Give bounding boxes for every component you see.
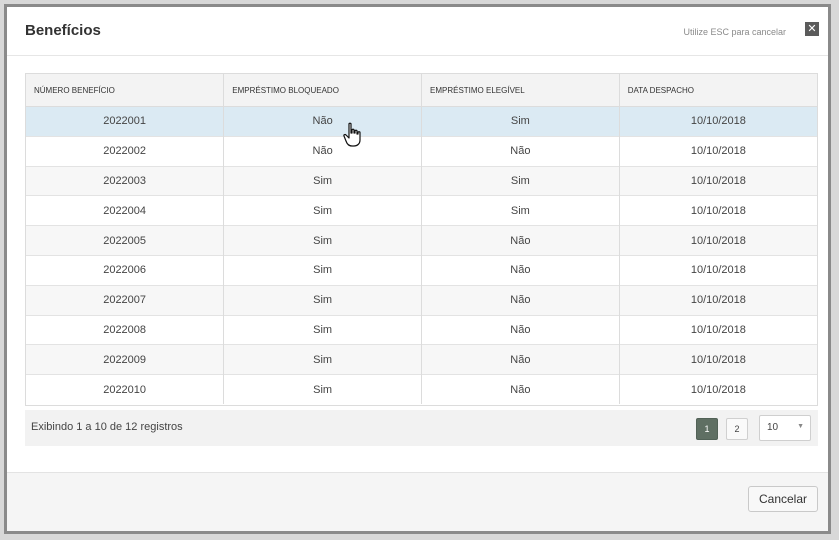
cell-emprestimo-bloqueado: Sim (223, 195, 422, 226)
chevron-down-icon: ▼ (797, 423, 804, 430)
modal-footer: Cancelar (7, 472, 828, 531)
cell-emprestimo-bloqueado: Sim (223, 225, 422, 256)
benefits-table: NÚMERO BENEFÍCIO EMPRÉSTIMO BLOQUEADO EM… (25, 73, 818, 406)
cell-emprestimo-elegivel: Não (421, 254, 620, 286)
cell-emprestimo-bloqueado: Não (223, 135, 422, 167)
table-row[interactable]: 2022003 Sim Sim 10/10/2018 (26, 165, 817, 196)
cell-emprestimo-elegivel: Não (421, 135, 620, 167)
cell-emprestimo-elegivel: Não (421, 284, 620, 316)
table-row[interactable]: 2022007 Sim Não 10/10/2018 (26, 284, 817, 316)
benefits-modal: Benefícios Utilize ESC para cancelar ✕ N… (4, 4, 831, 534)
cell-numero-beneficio: 2022009 (26, 344, 225, 375)
cell-data-despacho: 10/10/2018 (619, 165, 817, 196)
cell-emprestimo-elegivel: Não (421, 314, 620, 345)
cell-numero-beneficio: 2022006 (26, 254, 225, 286)
cell-data-despacho: 10/10/2018 (619, 106, 817, 137)
cell-numero-beneficio: 2022008 (26, 314, 225, 345)
cell-numero-beneficio: 2022003 (26, 165, 225, 196)
column-header-numero-beneficio[interactable]: NÚMERO BENEFÍCIO (26, 74, 225, 107)
cell-numero-beneficio: 2022010 (26, 374, 225, 404)
hand-cursor-icon (343, 122, 361, 147)
cell-data-despacho: 10/10/2018 (619, 314, 817, 345)
cell-emprestimo-elegivel: Sim (421, 195, 620, 226)
page-button-2[interactable]: 2 (726, 418, 748, 440)
column-header-data-despacho[interactable]: DATA DESPACHO (619, 74, 817, 107)
cell-emprestimo-bloqueado: Sim (223, 314, 422, 345)
column-header-emprestimo-elegivel[interactable]: EMPRÉSTIMO ELEGÍVEL (421, 74, 620, 107)
cell-data-despacho: 10/10/2018 (619, 225, 817, 256)
table-row[interactable]: 2022001 Não Sim 10/10/2018 (26, 106, 817, 137)
cell-emprestimo-bloqueado: Sim (223, 284, 422, 316)
page-button-1[interactable]: 1 (696, 418, 718, 440)
cell-data-despacho: 10/10/2018 (619, 284, 817, 316)
page-size-value: 10 (767, 422, 779, 433)
cancel-button[interactable]: Cancelar (748, 486, 818, 512)
cell-emprestimo-elegivel: Sim (421, 106, 620, 137)
cell-emprestimo-elegivel: Sim (421, 165, 620, 196)
cell-numero-beneficio: 2022007 (26, 284, 225, 316)
cell-emprestimo-bloqueado: Sim (223, 254, 422, 286)
records-info: Exibindo 1 a 10 de 12 registros (31, 421, 183, 433)
cell-data-despacho: 10/10/2018 (619, 195, 817, 226)
cell-emprestimo-elegivel: Não (421, 225, 620, 256)
table-row[interactable]: 2022010 Sim Não 10/10/2018 (26, 374, 817, 404)
cell-numero-beneficio: 2022002 (26, 135, 225, 167)
cell-emprestimo-bloqueado: Sim (223, 374, 422, 404)
column-header-emprestimo-bloqueado[interactable]: EMPRÉSTIMO BLOQUEADO (223, 74, 422, 107)
pagination-bar: Exibindo 1 a 10 de 12 registros 1 2 10 ▼ (25, 410, 818, 446)
page-size-select[interactable]: 10 ▼ (759, 415, 811, 441)
table-row[interactable]: 2022008 Sim Não 10/10/2018 (26, 314, 817, 345)
cell-emprestimo-bloqueado: Sim (223, 344, 422, 375)
modal-header: Benefícios Utilize ESC para cancelar ✕ (7, 7, 828, 56)
cell-numero-beneficio: 2022005 (26, 225, 225, 256)
table-header-row: NÚMERO BENEFÍCIO EMPRÉSTIMO BLOQUEADO EM… (26, 74, 817, 107)
close-icon[interactable]: ✕ (805, 22, 819, 36)
esc-hint: Utilize ESC para cancelar (683, 27, 786, 37)
cell-emprestimo-elegivel: Não (421, 344, 620, 375)
cell-numero-beneficio: 2022001 (26, 106, 225, 137)
cell-emprestimo-elegivel: Não (421, 374, 620, 404)
modal-title: Benefícios (25, 22, 101, 39)
cell-emprestimo-bloqueado: Sim (223, 165, 422, 196)
table-row[interactable]: 2022006 Sim Não 10/10/2018 (26, 254, 817, 286)
cell-data-despacho: 10/10/2018 (619, 374, 817, 404)
table-row[interactable]: 2022002 Não Não 10/10/2018 (26, 135, 817, 167)
cell-numero-beneficio: 2022004 (26, 195, 225, 226)
table-row[interactable]: 2022004 Sim Sim 10/10/2018 (26, 195, 817, 226)
cell-emprestimo-bloqueado: Não (223, 106, 422, 137)
table-row[interactable]: 2022005 Sim Não 10/10/2018 (26, 225, 817, 256)
table-row[interactable]: 2022009 Sim Não 10/10/2018 (26, 344, 817, 375)
cell-data-despacho: 10/10/2018 (619, 254, 817, 286)
cell-data-despacho: 10/10/2018 (619, 135, 817, 167)
cell-data-despacho: 10/10/2018 (619, 344, 817, 375)
